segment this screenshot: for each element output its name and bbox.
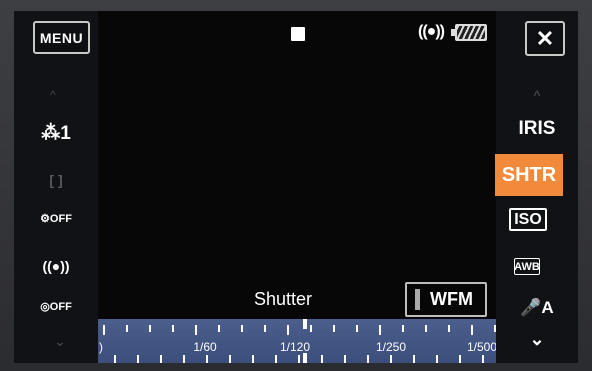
shutter-speed-scale[interactable]: ) 1/60 1/120 1/250 1/500: [98, 319, 496, 363]
scale-tick: [275, 355, 277, 363]
scale-tick: [413, 355, 415, 363]
scale-label-1-500: 1/500: [466, 340, 496, 354]
scale-edge-label: ): [99, 340, 103, 354]
scale-tick: [103, 325, 105, 335]
scale-tick: [379, 325, 381, 335]
iso-button[interactable]: ISO: [509, 208, 547, 231]
scale-tick: [287, 325, 289, 335]
shutter-label: Shutter: [254, 289, 313, 309]
scale-label-1-60: 1/60: [193, 340, 217, 354]
battery-icon: [451, 24, 487, 41]
right-scroll-up-icon[interactable]: ^: [496, 88, 578, 102]
scale-tick: [172, 325, 174, 332]
scale-tick: [206, 355, 208, 363]
scale-tick: [402, 325, 404, 332]
scale-tick: [149, 325, 151, 332]
menu-button[interactable]: MENU: [33, 21, 90, 54]
scale-tick: [298, 355, 300, 363]
iris-button[interactable]: IRIS: [496, 118, 578, 140]
scale-tick: [195, 325, 197, 335]
scale-tick: [137, 355, 139, 363]
scale-tick: [356, 325, 358, 332]
scale-tick: [425, 325, 427, 332]
shtr-button[interactable]: SHTR: [495, 154, 563, 196]
af-off-icon[interactable]: ⚙OFF: [14, 212, 98, 225]
lcd-screen: MENU ((●)) ✕ ^ ⁂1 [ ] ⚙OFF ((●)) ◎OFF ⌄ …: [14, 11, 578, 363]
scale-tick: [264, 325, 266, 332]
scale-tick: [344, 355, 346, 363]
image-stabilizer-icon[interactable]: ((●)): [14, 258, 98, 274]
scale-tick: [160, 355, 162, 363]
scale-tick: [390, 355, 392, 363]
scale-tick: [471, 325, 473, 335]
scale-tick: [494, 325, 496, 332]
scale-tick: [367, 355, 369, 363]
face-detect-icon[interactable]: ⁂1: [14, 122, 98, 145]
scale-tick: [241, 325, 243, 332]
awb-button[interactable]: AWB: [514, 258, 540, 275]
close-button[interactable]: ✕: [525, 21, 565, 56]
focus-frame-icon[interactable]: [ ]: [14, 172, 98, 188]
right-scroll-down-icon[interactable]: ⌄: [496, 329, 578, 350]
scale-tick: [333, 325, 335, 332]
scale-label-1-250: 1/250: [375, 340, 407, 354]
left-scroll-down-icon[interactable]: ⌄: [54, 333, 66, 350]
scale-tick: [321, 355, 323, 363]
scale-tick: [482, 355, 484, 363]
tracking-off-icon[interactable]: ◎OFF: [14, 300, 98, 313]
scale-tick: [448, 325, 450, 332]
wfm-label: WFM: [430, 289, 473, 309]
stabilizer-status-icon: ((●)): [418, 23, 445, 40]
scale-tick: [218, 325, 220, 332]
scale-tick: [229, 355, 231, 363]
stop-square-icon: [291, 27, 305, 41]
scale-tick: [183, 355, 185, 363]
wfm-indicator-bar: [415, 289, 420, 310]
scale-tick: [310, 325, 312, 332]
scale-tick: [436, 355, 438, 363]
left-scroll-up-icon[interactable]: ^: [50, 88, 56, 102]
wfm-button[interactable]: WFM: [405, 282, 487, 317]
scale-tick: [126, 325, 128, 332]
scale-tick: [114, 355, 116, 363]
audio-mic-button[interactable]: 🎤A: [496, 298, 578, 318]
scale-tick: [252, 355, 254, 363]
scale-tick: [459, 355, 461, 363]
selected-shutter-indicator: [303, 319, 307, 363]
